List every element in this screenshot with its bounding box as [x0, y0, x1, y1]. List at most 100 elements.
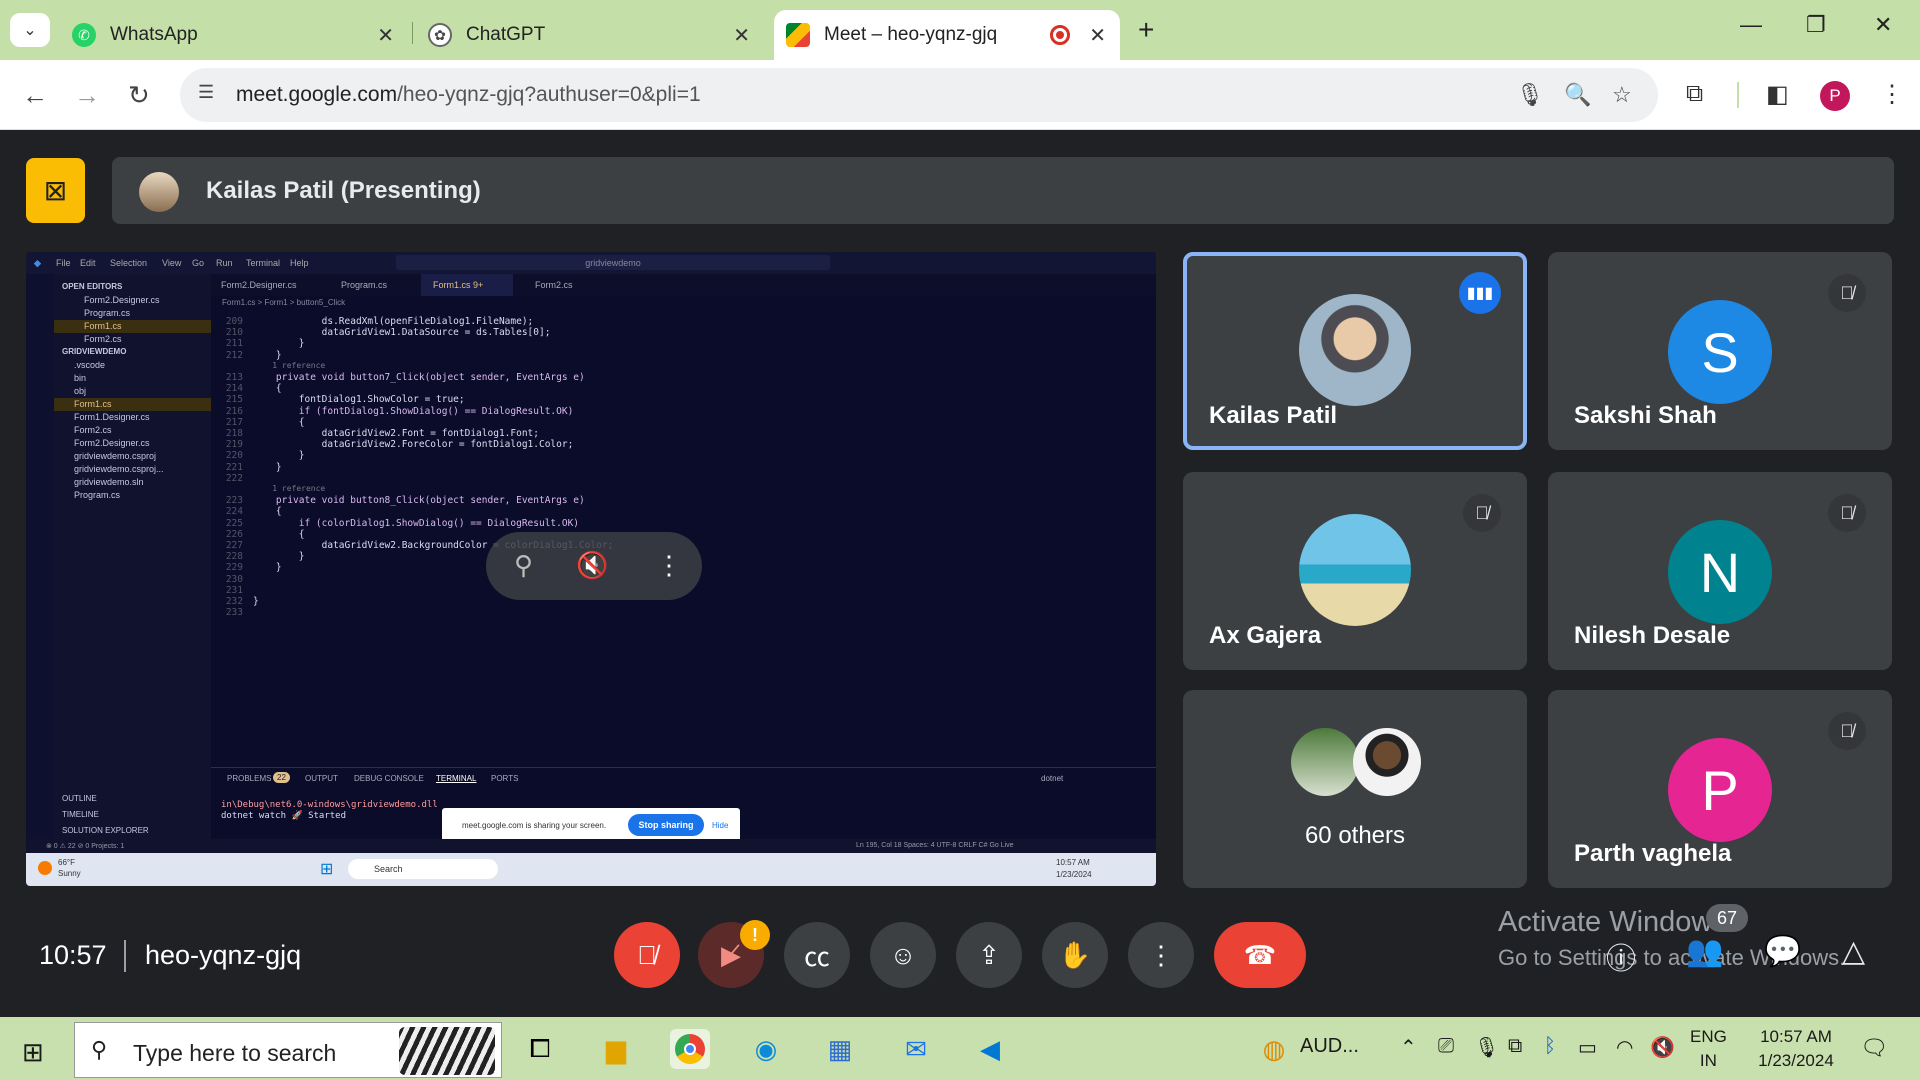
- code-line: 1 reference: [253, 484, 326, 493]
- back-button[interactable]: ←: [22, 80, 48, 111]
- meeting-details-icon[interactable]: ⓘ: [1606, 934, 1636, 978]
- inner-date: 1/23/2024: [1056, 870, 1092, 879]
- terminal-line: in\Debug\net6.0-windows\gridviewdemo.dll: [221, 800, 438, 810]
- others-tile[interactable]: 60 others: [1183, 690, 1527, 888]
- problems-badge: 22: [273, 772, 290, 783]
- pin-off-icon[interactable]: ⚲: [514, 550, 533, 581]
- reload-button[interactable]: ↻: [128, 80, 150, 111]
- captions-button[interactable]: ㏄: [784, 922, 850, 988]
- code-line: }: [253, 338, 305, 350]
- reactions-button[interactable]: ☺: [870, 922, 936, 988]
- clock[interactable]: 10:57 AM 1/23/2024: [1746, 1025, 1846, 1073]
- participant-tile[interactable]: ▮▮▮ Kailas Patil: [1183, 252, 1527, 450]
- vscode-icon[interactable]: ◀: [970, 1029, 1010, 1069]
- participant-tile[interactable]: P 🎙̸ Parth vaghela: [1548, 690, 1892, 888]
- line-number: 224: [225, 506, 243, 518]
- line-number: 209: [225, 316, 243, 327]
- battery-icon[interactable]: ▭: [1578, 1035, 1597, 1060]
- vscode-logo-icon: ◆: [34, 258, 41, 268]
- tab-search-button[interactable]: ⌄: [10, 13, 50, 47]
- minimize-button[interactable]: —: [1740, 12, 1762, 38]
- close-icon[interactable]: ✕: [377, 23, 394, 48]
- hide-link: Hide: [712, 821, 729, 830]
- participant-tile[interactable]: 🎙̸ Ax Gajera: [1183, 472, 1527, 670]
- notification-center-icon[interactable]: 🗨: [1860, 1035, 1888, 1061]
- line-number: 227: [225, 540, 243, 551]
- store-icon[interactable]: ▦: [820, 1029, 860, 1069]
- chat-icon[interactable]: 💬: [1764, 934, 1801, 969]
- code-line: {: [253, 506, 282, 518]
- activities-icon[interactable]: △: [1842, 934, 1865, 969]
- site-info-icon[interactable]: ☰: [198, 82, 224, 108]
- volume-muted-icon[interactable]: 🔇: [1650, 1035, 1675, 1060]
- audio-app-icon[interactable]: ◍: [1254, 1029, 1294, 1069]
- code-line: }: [253, 596, 259, 607]
- tab-meet[interactable]: Meet – heo-yqnz-gjq ✕: [774, 10, 1120, 60]
- mic-tray-icon[interactable]: 🎙: [1474, 1035, 1499, 1060]
- start-button[interactable]: ⊞: [22, 1037, 44, 1068]
- meet-tray-icon[interactable]: ⎚: [1438, 1035, 1454, 1058]
- close-window-button[interactable]: ✕: [1874, 12, 1892, 38]
- share-tray-icon[interactable]: ⧉: [1508, 1035, 1522, 1058]
- microphone-icon[interactable]: 🎙: [1516, 82, 1544, 108]
- menu-item: File: [56, 258, 71, 268]
- close-icon[interactable]: ✕: [1089, 23, 1106, 48]
- presenter-avatar: [139, 172, 179, 212]
- mail-icon[interactable]: ✉: [896, 1029, 936, 1069]
- edge-icon[interactable]: ◉: [746, 1029, 786, 1069]
- url-text[interactable]: meet.google.com/heo-yqnz-gjq?authuser=0&…: [236, 83, 701, 107]
- raise-hand-button[interactable]: ✋: [1042, 922, 1108, 988]
- search-highlight-image: [399, 1027, 495, 1075]
- explorer-highlight: [54, 320, 211, 333]
- new-tab-button[interactable]: +: [1138, 14, 1154, 46]
- bookmark-star-icon[interactable]: ☆: [1612, 82, 1632, 108]
- tab-title: ChatGPT: [466, 24, 546, 45]
- more-options-button[interactable]: ⋮: [1128, 922, 1194, 988]
- tab-chatgpt[interactable]: ✿ ChatGPT ✕: [416, 10, 764, 60]
- profile-avatar[interactable]: P: [1820, 81, 1850, 111]
- explorer-item: Form2.cs: [74, 425, 112, 435]
- mic-toggle-button[interactable]: 🎙̸: [614, 922, 680, 988]
- omnibox[interactable]: ☰ meet.google.com/heo-yqnz-gjq?authuser=…: [180, 68, 1658, 122]
- present-button[interactable]: ⇪: [956, 922, 1022, 988]
- code-line: {: [253, 528, 305, 540]
- taskbar-search[interactable]: ⚲ Type here to search: [74, 1022, 502, 1078]
- stop-presenting-icon[interactable]: ⊠: [26, 158, 85, 223]
- bluetooth-icon[interactable]: ᛒ: [1544, 1035, 1556, 1058]
- screen-hover-controls: ⚲ 🔇 ⋮: [486, 532, 702, 600]
- show-hidden-icons[interactable]: ⌃: [1400, 1035, 1417, 1060]
- participant-tile[interactable]: S 🎙̸ Sakshi Shah: [1548, 252, 1892, 450]
- people-icon[interactable]: 👥: [1686, 934, 1723, 969]
- volume-off-icon[interactable]: 🔇: [576, 550, 608, 581]
- line-number: 233: [225, 607, 243, 619]
- restore-button[interactable]: ❐: [1806, 12, 1826, 38]
- mic-off-icon: 🎙̸: [1828, 494, 1866, 532]
- extensions-icon[interactable]: ⧉: [1686, 80, 1703, 108]
- participant-tile[interactable]: N 🎙̸ Nilesh Desale: [1548, 472, 1892, 670]
- more-options-icon[interactable]: ⋮: [656, 550, 682, 581]
- close-icon[interactable]: ✕: [733, 23, 750, 48]
- browser-tab-strip: ⌄ ✆ WhatsApp ✕ ✿ ChatGPT ✕ Meet – heo-yq…: [0, 0, 1920, 60]
- side-panel-icon[interactable]: ◧: [1766, 80, 1789, 109]
- file-explorer-icon[interactable]: ▆: [596, 1029, 636, 1069]
- panel-tab: PROBLEMS: [227, 774, 272, 783]
- mic-off-icon: 🎙̸: [1828, 274, 1866, 312]
- recording-icon: [1050, 25, 1070, 45]
- language-indicator[interactable]: ENG IN: [1690, 1025, 1727, 1073]
- line-number: 218: [225, 428, 243, 439]
- windows-taskbar: ⊞ ⚲ Type here to search ⧠ ▆ ◉ ▦ ✉ ◀ ◍ AU…: [0, 1017, 1920, 1080]
- tab-title: WhatsApp: [110, 24, 198, 45]
- code-line: }: [253, 450, 305, 462]
- wifi-icon[interactable]: ◠: [1616, 1035, 1633, 1060]
- audio-app-label: AUD...: [1300, 1035, 1359, 1057]
- zoom-icon[interactable]: 🔍: [1564, 82, 1591, 108]
- hang-up-icon: ☎: [1243, 939, 1277, 970]
- forward-button[interactable]: →: [74, 80, 100, 111]
- sharing-notice: meet.google.com is sharing your screen. …: [442, 808, 740, 842]
- task-view-icon[interactable]: ⧠: [520, 1029, 560, 1069]
- more-menu-icon[interactable]: ⋮: [1880, 80, 1904, 109]
- tab-whatsapp[interactable]: ✆ WhatsApp ✕: [58, 10, 408, 60]
- chrome-icon[interactable]: [670, 1029, 710, 1069]
- leave-call-button[interactable]: ☎: [1214, 922, 1306, 988]
- line-number: 221: [225, 461, 243, 473]
